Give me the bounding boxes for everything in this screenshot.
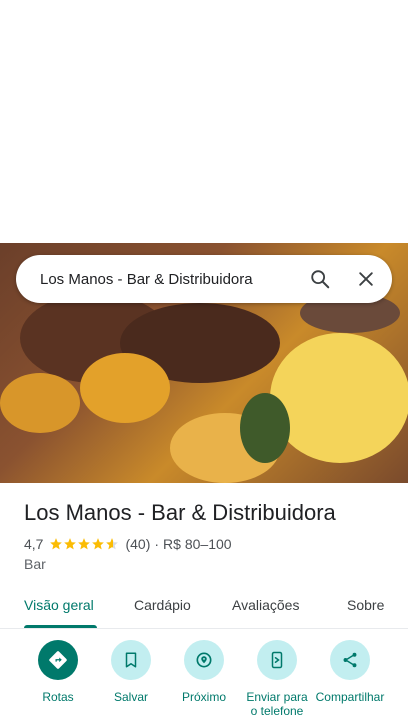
send-to-phone-button-circle [257,640,297,680]
star-icon [92,538,105,550]
action-buttons: Rotas Salvar Próximo Enviar para o telef… [0,640,408,726]
tab-bar: Visão geral Cardápio Avaliações Sobre [0,588,408,629]
star-icon [78,538,91,550]
price-range: R$ 80–100 [163,536,232,552]
share-button[interactable]: Compartilhar [310,640,390,704]
nearby-label: Próximo [181,690,226,704]
tab-about[interactable]: Sobre [347,597,384,613]
review-count[interactable]: (40) [125,536,150,552]
directions-button-circle [38,640,78,680]
star-icon [50,538,63,550]
send-to-phone-button[interactable]: Enviar para o telefone [237,640,317,718]
nearby-button-circle [184,640,224,680]
tab-reviews[interactable]: Avaliações [232,597,299,613]
separator-dot: · [154,536,160,552]
rating-value: 4,7 [24,536,44,552]
directions-label: Rotas [42,690,74,704]
save-button[interactable]: Salvar [91,640,171,704]
rating-stars [49,537,119,551]
tab-overview[interactable]: Visão geral [24,597,94,613]
star-icon [64,538,77,550]
search-button[interactable] [300,259,340,299]
directions-icon [49,651,67,669]
place-title: Los Manos - Bar & Distribuidora [24,500,336,525]
photo-potato-shape [80,353,170,423]
search-query[interactable]: Los Manos - Bar & Distribuidora [16,271,300,288]
search-bar[interactable]: Los Manos - Bar & Distribuidora [16,255,392,303]
share-button-circle [330,640,370,680]
search-icon [311,270,330,289]
bookmark-icon [125,652,137,668]
photo-greens-shape [240,393,290,463]
send-to-phone-label: Enviar para o telefone [246,690,308,718]
star-half-icon [106,538,119,550]
clear-search-button[interactable] [346,259,386,299]
photo-polenta-shape [270,333,408,463]
nearby-icon [196,652,212,668]
active-tab-indicator [24,625,97,628]
close-icon [359,272,373,286]
send-to-phone-icon [271,651,283,669]
share-icon [343,652,357,668]
save-label: Salvar [113,690,148,704]
photo-potato-shape [0,373,80,433]
share-label: Compartilhar [315,690,385,704]
place-category: Bar [24,556,46,572]
tab-menu[interactable]: Cardápio [134,597,191,613]
directions-button[interactable]: Rotas [18,640,98,704]
nearby-button[interactable]: Próximo [164,640,244,704]
rating-row: 4,7 (40) · R$ 80–100 [24,535,232,553]
save-button-circle [111,640,151,680]
